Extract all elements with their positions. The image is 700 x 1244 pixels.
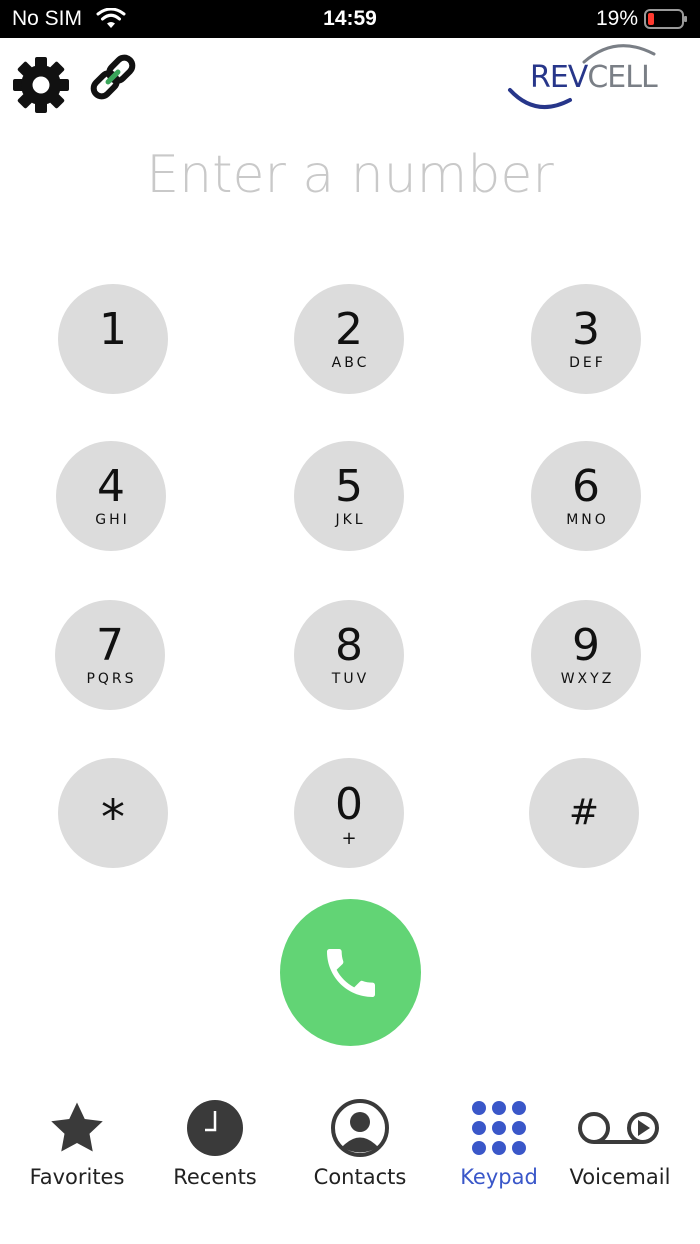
number-input[interactable]: Enter a number bbox=[0, 145, 700, 205]
tab-label: Voicemail bbox=[569, 1165, 671, 1189]
logo-rev-text: REV bbox=[530, 60, 588, 95]
tab-bar: Favorites Recents Contacts Keypad Voicem… bbox=[0, 1095, 700, 1215]
keypad-grid-icon bbox=[470, 1095, 528, 1161]
key-letters: MNO bbox=[566, 512, 609, 528]
key-letters: TUV bbox=[331, 671, 370, 687]
key-digit: 9 bbox=[572, 620, 600, 671]
tab-recents[interactable]: Recents bbox=[160, 1095, 270, 1205]
key-letters: ABC bbox=[331, 355, 370, 371]
logo-cell-text: CELL bbox=[587, 60, 657, 95]
key-letters: PQRS bbox=[86, 671, 137, 687]
key-2[interactable]: 2 ABC bbox=[294, 284, 404, 394]
voicemail-icon bbox=[577, 1095, 663, 1161]
key-digit: 4 bbox=[97, 461, 125, 512]
key-hash[interactable]: # bbox=[529, 758, 639, 868]
key-digit: 2 bbox=[335, 304, 363, 355]
key-letters: DEF bbox=[569, 355, 606, 371]
phone-icon bbox=[326, 948, 375, 997]
settings-gear-icon[interactable] bbox=[12, 56, 70, 119]
call-button[interactable] bbox=[280, 899, 421, 1046]
key-letters: JKL bbox=[335, 512, 366, 528]
tab-label: Recents bbox=[173, 1165, 257, 1189]
revcell-logo: REVCELL bbox=[506, 40, 676, 116]
key-letters: WXYZ bbox=[560, 671, 615, 687]
key-digit: 3 bbox=[572, 304, 600, 355]
key-3[interactable]: 3 DEF bbox=[531, 284, 641, 394]
key-9[interactable]: 9 WXYZ bbox=[531, 600, 641, 710]
key-letters: GHI bbox=[95, 512, 130, 528]
key-digit: 0 bbox=[335, 779, 363, 830]
status-bar: No SIM 14:59 19% bbox=[0, 0, 700, 38]
tab-keypad[interactable]: Keypad bbox=[444, 1095, 554, 1205]
battery-icon bbox=[644, 9, 688, 34]
key-8[interactable]: 8 TUV bbox=[294, 600, 404, 710]
key-7[interactable]: 7 PQRS bbox=[55, 600, 165, 710]
tab-contacts[interactable]: Contacts bbox=[300, 1095, 420, 1205]
key-digit: 8 bbox=[335, 620, 363, 671]
logo-wordmark: REVCELL bbox=[530, 60, 658, 95]
key-6[interactable]: 6 MNO bbox=[531, 441, 641, 551]
key-1[interactable]: 1 bbox=[58, 284, 168, 394]
clock-icon bbox=[186, 1095, 244, 1161]
key-letters: + bbox=[341, 828, 357, 849]
tab-voicemail[interactable]: Voicemail bbox=[564, 1095, 676, 1205]
tab-label: Favorites bbox=[29, 1165, 125, 1189]
tab-label: Contacts bbox=[313, 1165, 407, 1189]
key-digit: * bbox=[101, 790, 125, 846]
key-0[interactable]: 0 + bbox=[294, 758, 404, 868]
key-5[interactable]: 5 JKL bbox=[294, 441, 404, 551]
key-digit: # bbox=[568, 792, 600, 833]
key-star[interactable]: * bbox=[58, 758, 168, 868]
key-letters bbox=[112, 355, 115, 371]
key-digit: 6 bbox=[572, 461, 600, 512]
person-circle-icon bbox=[330, 1095, 390, 1161]
key-4[interactable]: 4 GHI bbox=[56, 441, 166, 551]
star-icon bbox=[46, 1095, 108, 1161]
link-chain-icon[interactable] bbox=[86, 50, 140, 109]
tab-favorites[interactable]: Favorites bbox=[22, 1095, 132, 1205]
battery-percent: 19% bbox=[595, 7, 638, 30]
tab-label: Keypad bbox=[460, 1165, 538, 1189]
key-digit: 7 bbox=[96, 620, 124, 671]
key-digit: 1 bbox=[99, 304, 127, 355]
key-digit: 5 bbox=[335, 461, 363, 512]
